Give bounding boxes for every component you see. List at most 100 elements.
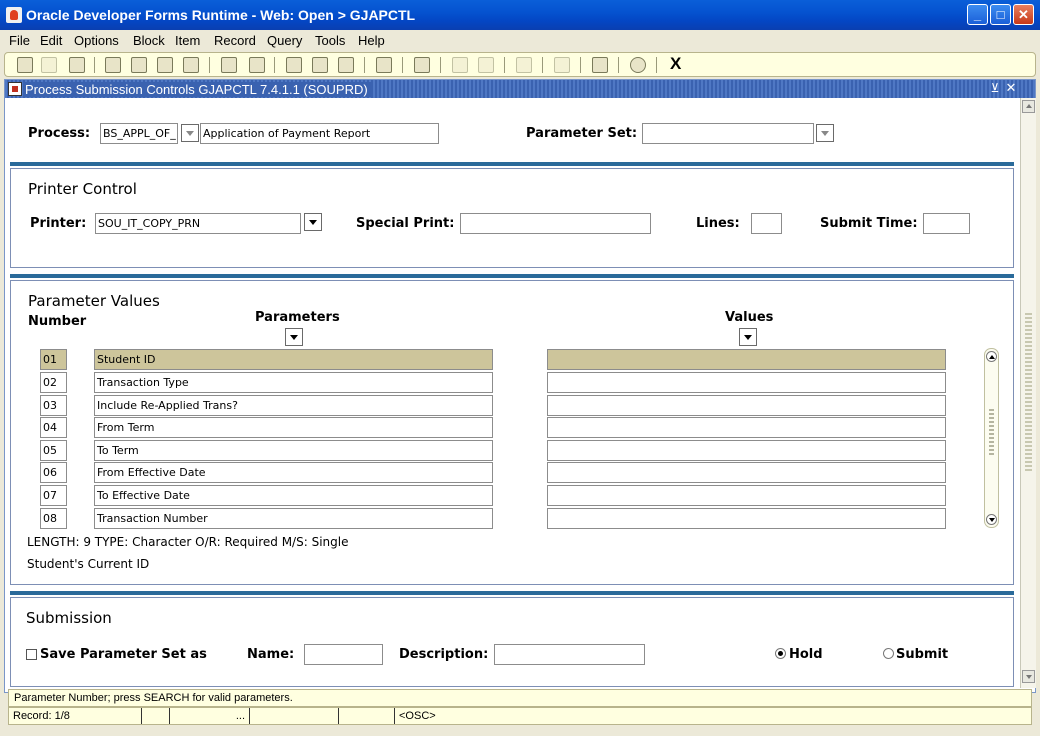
printer-field[interactable]: SOU_IT_COPY_PRN — [95, 213, 301, 234]
section-divider — [10, 162, 1014, 166]
form-scroll-down-icon[interactable] — [1022, 670, 1035, 683]
menu-query[interactable]: Query — [267, 33, 302, 48]
form-minimize-icon[interactable]: ⊻ — [988, 81, 1002, 95]
question-icon[interactable] — [630, 57, 646, 73]
parameters-scrollbar[interactable] — [984, 348, 999, 528]
parameter-set-dropdown-icon[interactable] — [816, 124, 834, 142]
parameter-number-cell[interactable]: 05 — [40, 440, 67, 461]
status-bar: Record: 1/8 ... <OSC> — [8, 707, 1032, 725]
hold-label: Hold — [789, 647, 823, 662]
menu-help[interactable]: Help — [358, 33, 385, 48]
minimize-button[interactable]: _ — [967, 4, 988, 25]
execute-query-icon[interactable] — [249, 57, 265, 73]
hold-radio[interactable] — [775, 648, 786, 659]
block-icon[interactable] — [478, 57, 494, 73]
parameter-info-line: LENGTH: 9 TYPE: Character O/R: Required … — [27, 535, 349, 549]
form-scroll-up-icon[interactable] — [1022, 100, 1035, 113]
form-scrollbar[interactable] — [1020, 98, 1036, 688]
scroll-up-icon[interactable] — [986, 351, 997, 362]
audio-icon[interactable] — [516, 57, 532, 73]
form-scroll-grip[interactable] — [1025, 313, 1032, 473]
special-print-label: Special Print: — [356, 216, 455, 231]
process-description-field[interactable]: Application of Payment Report — [200, 123, 439, 144]
scroll-down-icon[interactable] — [986, 514, 997, 525]
parameter-value-cell[interactable] — [547, 395, 946, 416]
section-divider — [10, 274, 1014, 278]
toolbar-separator — [618, 57, 619, 73]
enter-query-icon[interactable] — [221, 57, 237, 73]
parameter-number-cell[interactable]: 08 — [40, 508, 67, 529]
menu-block[interactable]: Block — [133, 33, 165, 48]
parameter-value-cell[interactable] — [547, 349, 946, 370]
parameter-value-cell[interactable] — [547, 462, 946, 483]
parameter-number-cell[interactable]: 06 — [40, 462, 67, 483]
status-segment — [142, 708, 170, 724]
parameter-name-cell[interactable]: Transaction Type — [94, 372, 493, 393]
parameter-set-field[interactable] — [642, 123, 814, 144]
submit-radio[interactable] — [883, 648, 894, 659]
window-title: Oracle Developer Forms Runtime - Web: Op… — [26, 7, 416, 23]
menu-bar: File Edit Options Block Item Record Quer… — [0, 30, 1040, 51]
menu-item[interactable]: Item — [175, 33, 200, 48]
toolbar-separator — [402, 57, 403, 73]
parameter-number-cell[interactable]: 01 — [40, 349, 67, 370]
parameter-value-cell[interactable] — [547, 485, 946, 506]
menu-record[interactable]: Record — [214, 33, 256, 48]
parameter-value-cell[interactable] — [547, 372, 946, 393]
menu-file[interactable]: File — [9, 33, 30, 48]
insert-record-icon[interactable] — [105, 57, 121, 73]
previous-block-icon[interactable] — [157, 57, 173, 73]
help-icon[interactable] — [286, 57, 302, 73]
parameter-name-cell[interactable]: Include Re-Applied Trans? — [94, 395, 493, 416]
parameter-name-cell[interactable]: From Term — [94, 417, 493, 438]
printer-label: Printer: — [30, 216, 87, 231]
parameter-name-cell[interactable]: To Term — [94, 440, 493, 461]
process-code-field[interactable]: BS_APPL_OF_ — [100, 123, 178, 144]
menu-tools[interactable]: Tools — [315, 33, 345, 48]
parameter-value-cell[interactable] — [547, 417, 946, 438]
lines-field[interactable] — [751, 213, 782, 234]
save-parameter-set-checkbox[interactable] — [26, 649, 37, 660]
submit-time-field[interactable] — [923, 213, 970, 234]
values-dropdown-icon[interactable] — [739, 328, 757, 346]
parameter-number-cell[interactable]: 02 — [40, 372, 67, 393]
parameter-number-cell[interactable]: 07 — [40, 485, 67, 506]
parameters-dropdown-icon[interactable] — [285, 328, 303, 346]
scroll-grip[interactable] — [989, 409, 994, 457]
parameter-number-cell[interactable]: 03 — [40, 395, 67, 416]
java-icon — [6, 7, 22, 23]
print-icon[interactable] — [69, 57, 85, 73]
parameter-name-cell[interactable]: From Effective Date — [94, 462, 493, 483]
process-dropdown-icon[interactable] — [181, 124, 199, 142]
printer-dropdown-icon[interactable] — [304, 213, 322, 231]
item-icon[interactable] — [452, 57, 468, 73]
hint-bar: Parameter Number; press SEARCH for valid… — [8, 689, 1032, 707]
exit-record-icon[interactable] — [338, 57, 354, 73]
save-icon[interactable] — [17, 57, 33, 73]
close-button[interactable]: ✕ — [1013, 4, 1034, 25]
toolbar-separator — [542, 57, 543, 73]
parameter-number-cell[interactable]: 04 — [40, 417, 67, 438]
description-field[interactable] — [494, 644, 645, 665]
rollback-icon[interactable] — [41, 57, 57, 73]
exit-button[interactable]: X — [670, 54, 681, 74]
special-print-field[interactable] — [460, 213, 651, 234]
database-icon[interactable] — [312, 57, 328, 73]
parameter-name-cell[interactable]: To Effective Date — [94, 485, 493, 506]
parameter-name-cell[interactable]: Student ID — [94, 349, 493, 370]
parameter-value-cell[interactable] — [547, 440, 946, 461]
next-block-icon[interactable] — [183, 57, 199, 73]
target-icon[interactable] — [554, 57, 570, 73]
parameter-value-cell[interactable] — [547, 508, 946, 529]
menu-edit[interactable]: Edit — [40, 33, 62, 48]
maximize-button[interactable]: □ — [990, 4, 1011, 25]
submission-panel — [10, 597, 1014, 687]
copy-icon[interactable] — [376, 57, 392, 73]
menu-options[interactable]: Options — [74, 33, 119, 48]
navigate-icon[interactable] — [592, 57, 608, 73]
remove-record-icon[interactable] — [131, 57, 147, 73]
printer-icon[interactable] — [414, 57, 430, 73]
name-field[interactable] — [304, 644, 383, 665]
form-close-icon[interactable]: ✕ — [1004, 81, 1018, 96]
parameter-name-cell[interactable]: Transaction Number — [94, 508, 493, 529]
